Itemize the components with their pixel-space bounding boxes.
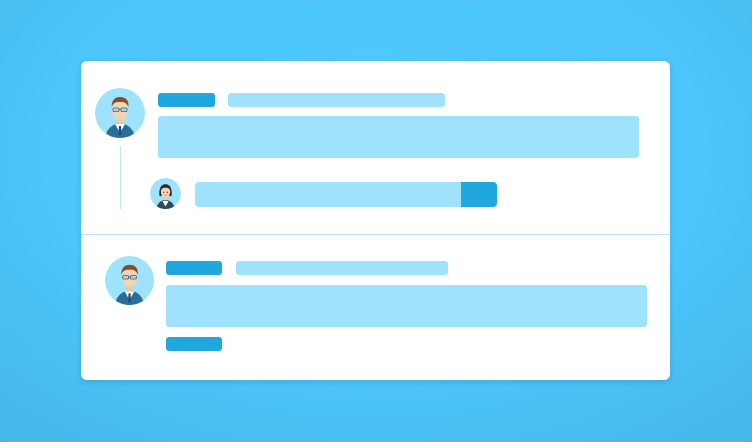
man-avatar-icon[interactable]: [95, 88, 145, 138]
divider: [81, 234, 670, 235]
comment-author-placeholder: [158, 93, 215, 107]
comment-meta-placeholder: [236, 261, 448, 275]
reply-button[interactable]: [166, 337, 222, 351]
thread-line: [120, 146, 121, 209]
comment-author-placeholder: [166, 261, 222, 275]
man-avatar-icon[interactable]: [105, 256, 154, 305]
send-button[interactable]: [461, 182, 497, 207]
comment-meta-placeholder: [228, 93, 445, 107]
woman-avatar-icon[interactable]: [150, 178, 181, 209]
comment-body-placeholder: [166, 285, 647, 327]
reply-input[interactable]: [195, 182, 497, 207]
comments-card: [81, 61, 670, 380]
comment-body-placeholder: [158, 116, 639, 158]
